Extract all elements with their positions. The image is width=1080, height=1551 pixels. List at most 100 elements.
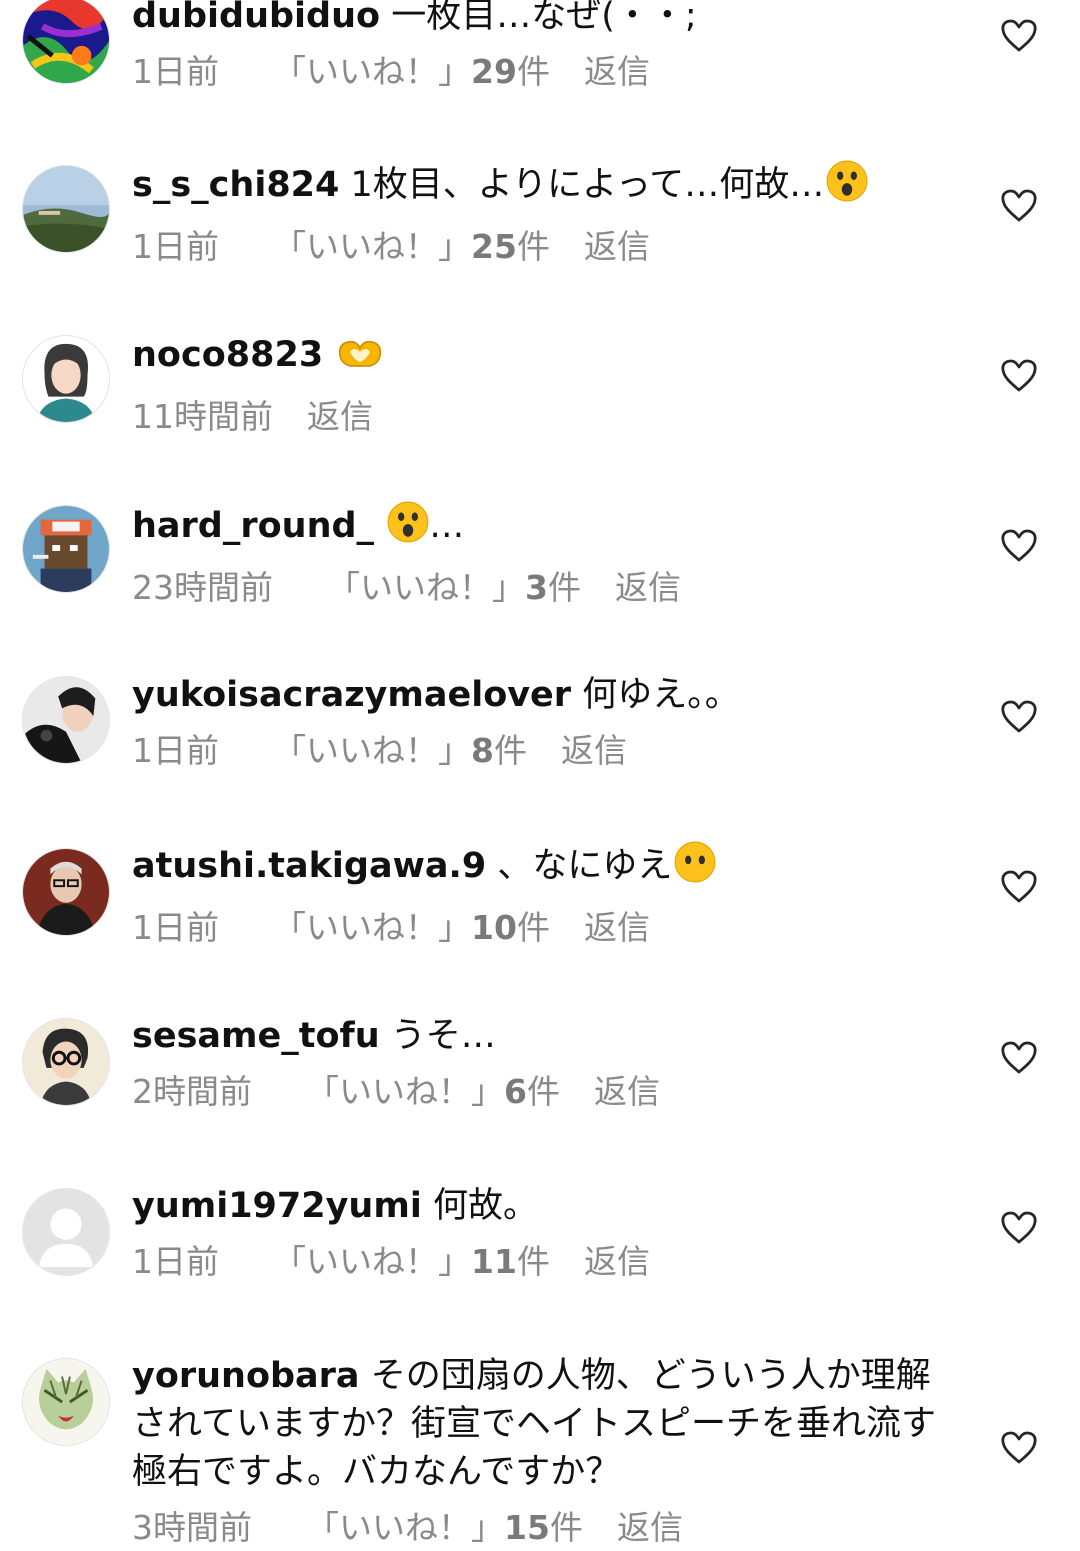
abstract-color-avatar[interactable] [22, 0, 110, 84]
comment-meta: 1日前 「いいね！」11件 返信 [132, 1240, 962, 1284]
comment-username[interactable]: yorunobara [132, 1356, 360, 1396]
landscape-avatar[interactable] [22, 165, 110, 253]
comment-like-count[interactable]: 「いいね！」29件 [273, 50, 550, 94]
comment-username[interactable]: s_s_chi824 [132, 165, 339, 205]
comment-like-count[interactable]: 「いいね！」25件 [273, 225, 550, 269]
comment-username[interactable]: dubidubiduo [132, 0, 380, 36]
comment-username[interactable]: sesame_tofu [132, 1016, 380, 1056]
comment-meta: 2時間前 「いいね！」6件 返信 [132, 1070, 962, 1114]
reply-button[interactable]: 返信 [584, 1240, 650, 1284]
comment-username[interactable]: yumi1972yumi [132, 1186, 422, 1226]
cat-illustration-avatar[interactable] [22, 1358, 110, 1446]
comment-text-block: atushi.takigawa.9 、なにゆえ 1日前 「いいね！」10件 返信 [132, 841, 962, 950]
illustrated-woman-avatar[interactable] [22, 335, 110, 423]
like-count-suffix: 件 [516, 1242, 550, 1281]
comment-body: noco8823 [132, 331, 962, 385]
like-heart-icon[interactable] [1000, 529, 1038, 563]
pixel-art-avatar[interactable] [22, 505, 110, 593]
like-heart-icon[interactable] [1000, 700, 1038, 734]
like-count-prefix: 「いいね！」 [273, 1242, 471, 1281]
like-count-prefix: 「いいね！」 [273, 52, 471, 91]
comment-timestamp: 23時間前 [132, 568, 273, 607]
like-count-number: 15 [504, 1508, 550, 1547]
like-count-suffix: 件 [547, 568, 581, 607]
comment-text: うそ… [390, 1016, 496, 1056]
reply-button[interactable]: 返信 [594, 1070, 660, 1114]
like-heart-icon[interactable] [1000, 189, 1038, 223]
portrait-avatar[interactable] [22, 848, 110, 936]
like-count-number: 11 [471, 1242, 517, 1281]
comment-username[interactable]: yukoisacrazymaelover [132, 675, 571, 715]
comment-text-block: sesame_tofu うそ… 2時間前 「いいね！」6件 返信 [132, 1012, 962, 1114]
like-heart-icon[interactable] [1000, 870, 1038, 904]
comment-meta: 23時間前 「いいね！」3件 返信 [132, 566, 962, 610]
reply-button[interactable]: 返信 [584, 906, 650, 950]
like-count-prefix: 「いいね！」 [273, 908, 471, 947]
comment-text-block: yorunobara その団扇の人物、どういう人か理解されていますか？街宣でヘイ… [132, 1352, 962, 1550]
photo-avatar[interactable] [22, 676, 110, 764]
astonished-face-emoji [387, 501, 429, 556]
comment-text-block: hard_round_ … 23時間前 「いいね！」3件 返信 [132, 501, 962, 610]
comment-text-block: s_s_chi824 1枚目、よりによって…何故… 1日前 「いいね！」25件 返信 [132, 160, 962, 269]
glasses-woman-avatar[interactable] [22, 1018, 110, 1106]
comment-text: 何故。 [432, 1186, 538, 1226]
reply-button[interactable]: 返信 [584, 225, 650, 269]
comment-text-block: yukoisacrazymaelover 何ゆえ。。 1日前 「いいね！」8件 返信 [132, 671, 962, 773]
like-count-suffix: 件 [493, 731, 527, 770]
reply-button[interactable]: 返信 [615, 566, 681, 610]
comment-timestamp: 1日前 [132, 908, 219, 947]
comment-text-block: yumi1972yumi 何故。 1日前 「いいね！」11件 返信 [132, 1182, 962, 1284]
comment-like-count[interactable]: 「いいね！」10件 [273, 906, 550, 950]
comment-timestamp: 11時間前 [132, 397, 273, 436]
comment-username[interactable]: noco8823 [132, 335, 323, 375]
like-heart-icon[interactable] [1000, 19, 1038, 53]
comment-meta: 3時間前 「いいね！」15件 返信 [132, 1506, 962, 1550]
comment-text: 何ゆえ。。 [582, 675, 740, 715]
like-count-prefix: 「いいね！」 [327, 568, 525, 607]
reply-button[interactable]: 返信 [561, 729, 627, 773]
comment-text: 1枚目、よりによって…何故… [350, 165, 825, 205]
comment-timestamp: 1日前 [132, 52, 219, 91]
reply-button[interactable]: 返信 [307, 395, 373, 439]
like-count-prefix: 「いいね！」 [273, 227, 471, 266]
reply-button[interactable]: 返信 [617, 1506, 683, 1550]
like-count-number: 3 [525, 568, 548, 607]
like-heart-icon[interactable] [1000, 1211, 1038, 1245]
comment-text: 、なにゆえ [497, 846, 673, 886]
comment-meta: 1日前 「いいね！」29件 返信 [132, 50, 962, 94]
comment-meta: 1日前 「いいね！」10件 返信 [132, 906, 962, 950]
like-count-number: 10 [471, 908, 517, 947]
comment-username[interactable]: hard_round_ [132, 506, 374, 546]
like-count-prefix: 「いいね！」 [306, 1508, 504, 1547]
comment-text: … [429, 506, 465, 546]
comment-body: yukoisacrazymaelover 何ゆえ。。 [132, 671, 962, 719]
comment-body: yorunobara その団扇の人物、どういう人か理解されていますか？街宣でヘイ… [132, 1352, 962, 1496]
comment-like-count[interactable]: 「いいね！」15件 [306, 1506, 583, 1550]
no-mouth-face-emoji [674, 841, 716, 896]
like-count-number: 6 [504, 1072, 527, 1111]
like-heart-icon[interactable] [1000, 359, 1038, 393]
comment-like-count[interactable]: 「いいね！」6件 [306, 1070, 560, 1114]
default-avatar[interactable] [22, 1188, 110, 1276]
like-count-suffix: 件 [516, 52, 550, 91]
comment-timestamp: 1日前 [132, 227, 219, 266]
comment-timestamp: 3時間前 [132, 1508, 252, 1547]
comment-like-count[interactable]: 「いいね！」11件 [273, 1240, 550, 1284]
like-count-suffix: 件 [526, 1072, 560, 1111]
comment-body: hard_round_ … [132, 501, 962, 556]
comment-body: yumi1972yumi 何故。 [132, 1182, 962, 1230]
like-heart-icon[interactable] [1000, 1431, 1038, 1465]
comment-list: dubidubiduo 一枚目…なぜ(・・; 1日前 「いいね！」29件 返信 s_s… [0, 0, 1080, 1551]
like-count-suffix: 件 [516, 227, 550, 266]
reply-button[interactable]: 返信 [584, 50, 650, 94]
comment-body: s_s_chi824 1枚目、よりによって…何故… [132, 160, 962, 215]
comment-username[interactable]: atushi.takigawa.9 [132, 846, 486, 886]
heart-hands-emoji [336, 334, 384, 385]
like-heart-icon[interactable] [1000, 1041, 1038, 1075]
comment-text-block: dubidubiduo 一枚目…なぜ(・・; 1日前 「いいね！」29件 返信 [132, 0, 962, 94]
like-count-prefix: 「いいね！」 [273, 731, 471, 770]
comment-timestamp: 2時間前 [132, 1072, 252, 1111]
comment-like-count[interactable]: 「いいね！」8件 [273, 729, 527, 773]
comment-text-block: noco8823 11時間前 返信 [132, 331, 962, 439]
comment-like-count[interactable]: 「いいね！」3件 [327, 566, 581, 610]
